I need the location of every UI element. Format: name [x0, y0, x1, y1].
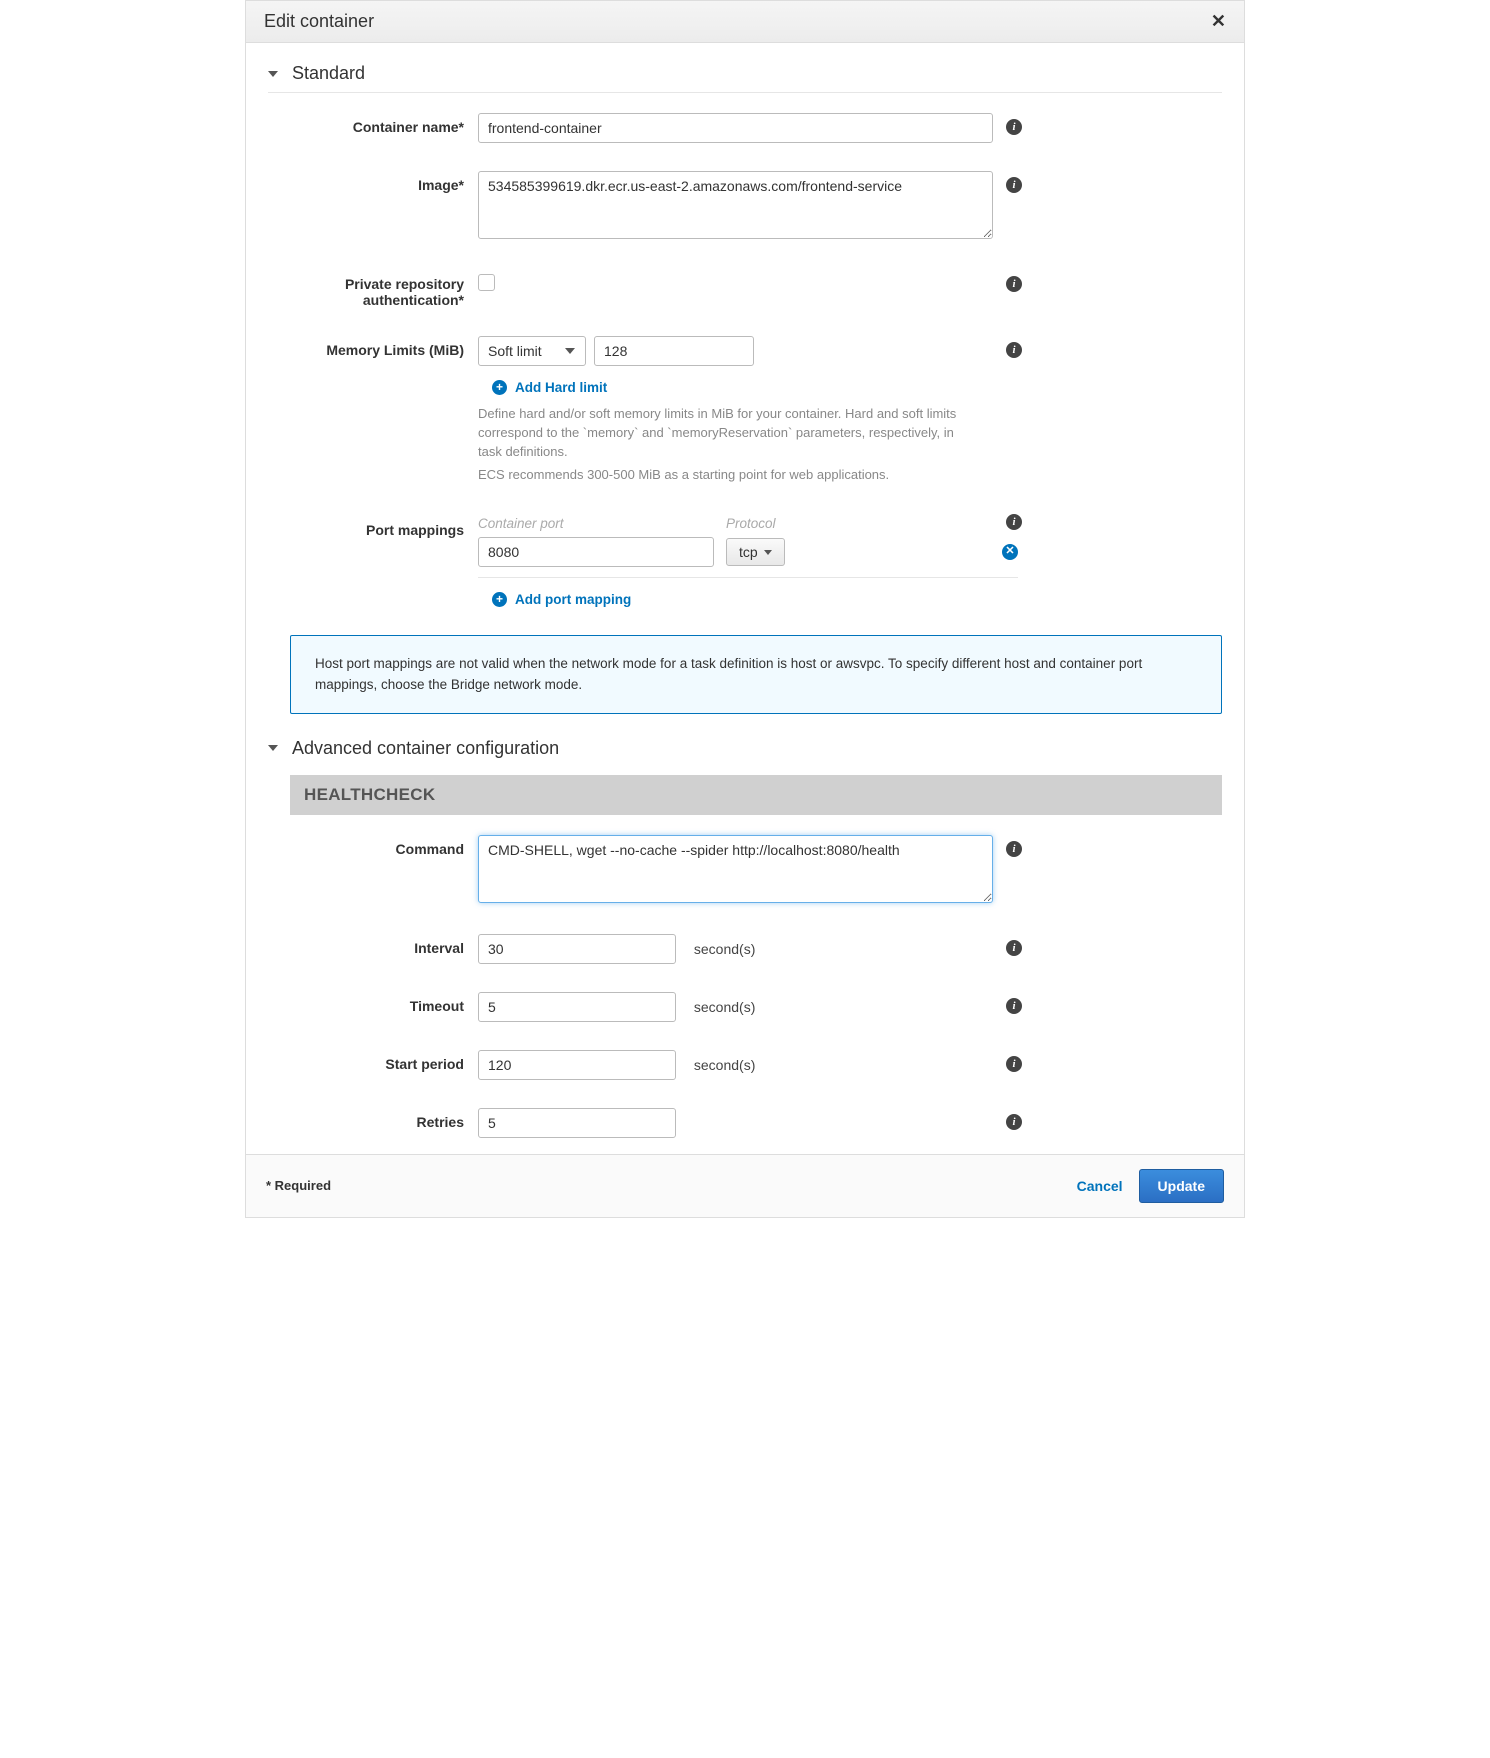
chevron-down-icon	[565, 348, 575, 354]
info-icon[interactable]	[1006, 342, 1022, 358]
info-icon[interactable]	[1006, 940, 1022, 956]
seconds-suffix: second(s)	[694, 1057, 755, 1073]
col-container-port: Container port	[478, 516, 714, 531]
hc-interval-input[interactable]	[478, 934, 676, 964]
row-hc-command: Command CMD-SHELL, wget --no-cache --spi…	[268, 835, 1222, 906]
plus-circle-icon: +	[492, 592, 507, 607]
healthcheck-header: HEALTHCHECK	[290, 775, 1222, 815]
info-icon[interactable]	[1006, 998, 1022, 1014]
row-hc-timeout: Timeout second(s)	[268, 992, 1222, 1022]
hc-timeout-input[interactable]	[478, 992, 676, 1022]
col-protocol: Protocol	[726, 516, 786, 531]
label-hc-retries: Retries	[268, 1108, 478, 1138]
caret-down-icon	[268, 745, 278, 751]
healthcheck-title: HEALTHCHECK	[304, 785, 435, 804]
label-hc-timeout: Timeout	[268, 992, 478, 1022]
row-hc-interval: Interval second(s)	[268, 934, 1222, 964]
remove-port-icon[interactable]: ✕	[1002, 544, 1018, 560]
info-icon[interactable]	[1006, 276, 1022, 292]
hc-command-input[interactable]: CMD-SHELL, wget --no-cache --spider http…	[478, 835, 993, 903]
label-hc-command: Command	[268, 835, 478, 906]
memory-type-select[interactable]: Soft limit	[478, 336, 586, 366]
memory-help-1: Define hard and/or soft memory limits in…	[478, 405, 978, 462]
info-icon[interactable]	[1006, 1056, 1022, 1072]
label-port-mappings: Port mappings	[268, 516, 478, 607]
seconds-suffix: second(s)	[694, 941, 755, 957]
hc-start-period-input[interactable]	[478, 1050, 676, 1080]
seconds-suffix: second(s)	[694, 999, 755, 1015]
protocol-value: tcp	[739, 544, 758, 560]
info-icon[interactable]	[1006, 1114, 1022, 1130]
row-private-repo: Private repository authentication*	[268, 270, 1222, 308]
row-hc-retries: Retries	[268, 1108, 1222, 1138]
close-icon[interactable]: ✕	[1211, 11, 1226, 32]
label-hc-interval: Interval	[268, 934, 478, 964]
row-hc-start-period: Start period second(s)	[268, 1050, 1222, 1080]
modal-body: Standard Container name* Image* 53458539…	[246, 43, 1244, 1154]
port-info-text: Host port mappings are not valid when th…	[315, 656, 1142, 691]
container-name-input[interactable]	[478, 113, 993, 143]
hc-retries-input[interactable]	[478, 1108, 676, 1138]
label-hc-start-period: Start period	[268, 1050, 478, 1080]
memory-value-input[interactable]	[594, 336, 754, 366]
plus-circle-icon: +	[492, 380, 507, 395]
add-hard-limit-label: Add Hard limit	[515, 380, 607, 395]
info-icon[interactable]	[1006, 841, 1022, 857]
required-note: * Required	[266, 1178, 331, 1193]
label-private-repo: Private repository authentication*	[268, 270, 478, 308]
memory-help-2: ECS recommends 300-500 MiB as a starting…	[478, 466, 978, 485]
label-container-name: Container name*	[268, 113, 478, 143]
modal-header: Edit container ✕	[246, 1, 1244, 43]
add-port-mapping-link[interactable]: + Add port mapping	[492, 592, 631, 607]
update-button[interactable]: Update	[1139, 1169, 1224, 1203]
section-advanced-toggle[interactable]: Advanced container configuration	[268, 738, 1222, 767]
container-port-input[interactable]	[478, 537, 714, 567]
chevron-down-icon	[764, 550, 772, 555]
memory-type-value: Soft limit	[488, 343, 542, 359]
modal-footer: * Required Cancel Update	[246, 1154, 1244, 1217]
section-advanced-title: Advanced container configuration	[292, 738, 559, 759]
label-image: Image*	[268, 171, 478, 242]
add-hard-limit-link[interactable]: + Add Hard limit	[492, 380, 607, 395]
info-icon[interactable]	[1006, 119, 1022, 135]
add-port-mapping-label: Add port mapping	[515, 592, 631, 607]
modal-title: Edit container	[264, 11, 374, 32]
port-info-box: Host port mappings are not valid when th…	[290, 635, 1222, 714]
edit-container-modal: Edit container ✕ Standard Container name…	[245, 0, 1245, 1218]
row-image: Image* 534585399619.dkr.ecr.us-east-2.am…	[268, 171, 1222, 242]
section-standard-title: Standard	[292, 63, 365, 84]
row-container-name: Container name*	[268, 113, 1222, 143]
caret-down-icon	[268, 71, 278, 77]
row-port-mappings: Port mappings Container port Protocol tc…	[268, 516, 1222, 607]
image-input[interactable]: 534585399619.dkr.ecr.us-east-2.amazonaws…	[478, 171, 993, 239]
label-memory-limits: Memory Limits (MiB)	[268, 336, 478, 484]
cancel-button[interactable]: Cancel	[1077, 1178, 1123, 1194]
private-repo-checkbox[interactable]	[478, 274, 495, 291]
section-standard-toggle[interactable]: Standard	[268, 63, 1222, 93]
row-memory-limits: Memory Limits (MiB) Soft limit + Add Har…	[268, 336, 1222, 484]
info-icon[interactable]	[1006, 177, 1022, 193]
protocol-select[interactable]: tcp	[726, 538, 785, 566]
